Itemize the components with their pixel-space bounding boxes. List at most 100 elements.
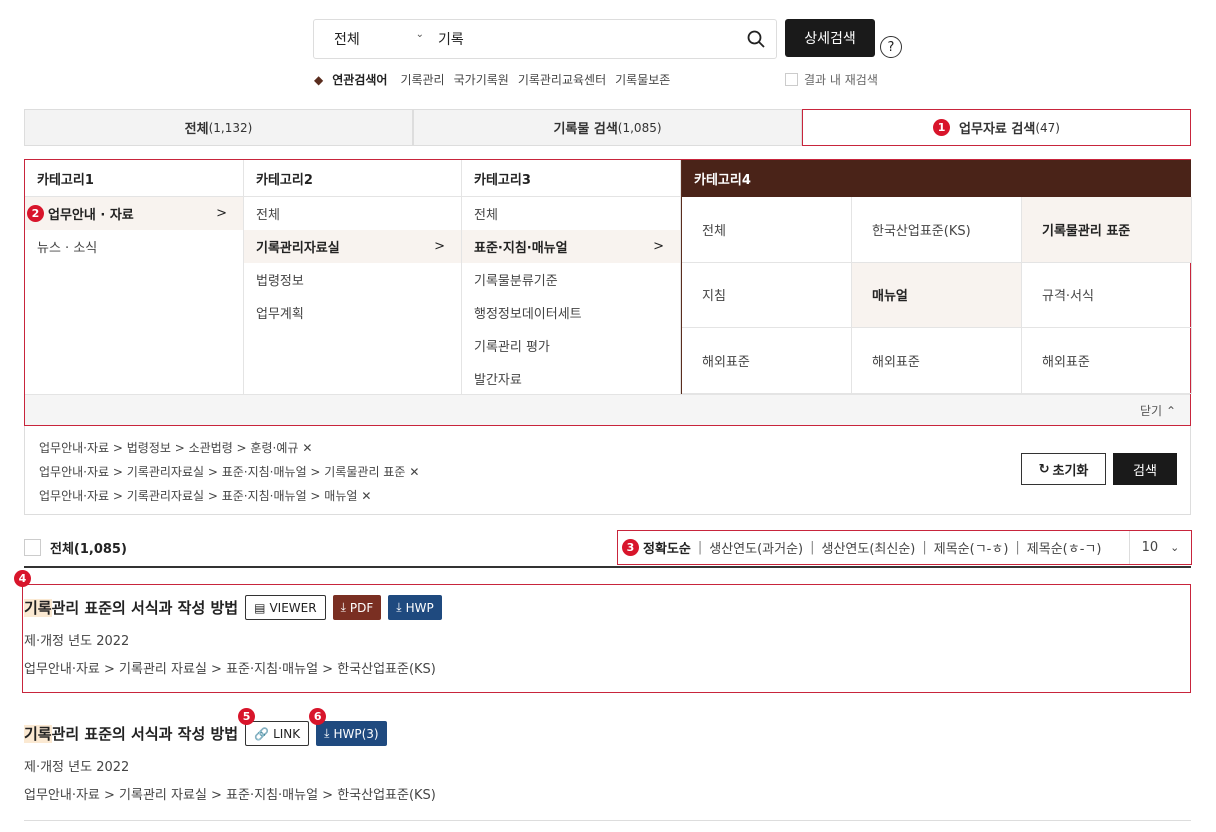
chevron-right-icon: > — [653, 239, 664, 254]
sort-accuracy[interactable]: 정확도순 — [643, 538, 691, 557]
category-3-label: 표준·지침·매뉴얼 — [474, 241, 568, 256]
tab-work-materials[interactable]: 1 업무자료 검색 (47) — [802, 109, 1191, 146]
title-highlight: 기록 — [24, 599, 52, 617]
link-button[interactable]: 🔗 LINK — [245, 721, 310, 746]
pdf-download-button[interactable]: ⤓ PDF — [332, 595, 382, 620]
category-1-item[interactable]: 뉴스 · 소식 — [25, 230, 243, 263]
viewer-button[interactable]: ▤ VIEWER — [245, 595, 326, 620]
category-2-label: 기록관리자료실 — [256, 241, 340, 256]
hwp-download-button[interactable]: ⤓ HWP(3) — [316, 721, 387, 746]
category-footer: 닫기 ⌃ — [25, 394, 1190, 425]
hwp-label: HWP — [405, 600, 434, 615]
category-3-item[interactable]: 기록물분류기준 — [462, 263, 680, 296]
category-4-item[interactable]: 한국산업표준(KS) — [852, 197, 1022, 263]
category-1-item[interactable]: 2 업무안내 · 자료 > — [25, 197, 243, 230]
tab-records[interactable]: 기록물 검색 (1,085) — [413, 109, 802, 146]
marker-6: 6 — [309, 708, 327, 725]
results-divider — [24, 566, 1191, 568]
hwp-download-button[interactable]: ⤓ HWP — [388, 595, 442, 620]
category-3-item[interactable]: 표준·지침·매뉴얼 > — [462, 230, 680, 263]
select-all[interactable]: 전체(1,085) — [24, 538, 127, 557]
tab-count: (1,132) — [208, 120, 253, 135]
category-column-3: 카테고리3 전체 표준·지침·매뉴얼 > 기록물분류기준 행정정보데이터세트 기록… — [462, 160, 681, 394]
tag-icon: ◆ — [314, 72, 324, 87]
category-3-label: 기록관리 평가 — [474, 340, 550, 355]
sort-year-asc[interactable]: 생산연도(과거순) — [709, 538, 803, 557]
category-3-item[interactable]: 전체 — [462, 197, 680, 230]
tab-all[interactable]: 전체 (1,132) — [24, 109, 413, 146]
category-column-2: 카테고리2 전체 기록관리자료실 > 법령정보 업무계획 — [244, 160, 462, 394]
category-2-label: 전체 — [256, 208, 280, 223]
sort-title-asc[interactable]: 제목순(ㄱ-ㅎ) — [934, 538, 1009, 557]
filter-chip: 업무안내·자료 > 기록관리자료실 > 표준·지침·매뉴얼 > 매뉴얼 ✕ — [39, 487, 371, 504]
category-3-label: 전체 — [474, 208, 498, 223]
filter-path: 업무안내·자료 > 기록관리자료실 > 표준·지침·매뉴얼 > 기록물관리 표준 — [39, 465, 406, 479]
marker-4: 4 — [14, 570, 31, 587]
result-title[interactable]: 기록관리 표준의 서식과 작성 방법 ▤ VIEWER ⤓ PDF ⤓ HWP — [24, 595, 442, 620]
search-input[interactable] — [438, 24, 736, 54]
category-3-item[interactable]: 기록관리 평가 — [462, 329, 680, 362]
related-term[interactable]: 기록물보존 — [615, 71, 670, 88]
category-2-label: 업무계획 — [256, 307, 304, 322]
link-icon: 🔗 — [254, 726, 270, 741]
related-term[interactable]: 국가기록원 — [454, 71, 509, 88]
close-label: 닫기 — [1140, 403, 1163, 418]
category-2-heading: 카테고리2 — [244, 160, 461, 197]
close-button[interactable]: 닫기 ⌃ — [1140, 402, 1176, 419]
remove-filter-icon[interactable]: ✕ — [302, 441, 312, 455]
help-icon[interactable]: ? — [880, 36, 902, 58]
title-text: 관리 표준의 서식과 작성 방법 — [51, 725, 239, 743]
category-3-label: 기록물분류기준 — [474, 274, 558, 289]
category-4-item[interactable]: 전체 — [682, 197, 852, 263]
category-3-heading: 카테고리3 — [462, 160, 680, 197]
category-4-item[interactable]: 해외표준 — [1022, 328, 1192, 394]
related-term[interactable]: 기록관리 — [400, 71, 444, 88]
category-2-item[interactable]: 업무계획 — [244, 296, 461, 329]
category-2-item[interactable]: 법령정보 — [244, 263, 461, 296]
search-icon[interactable] — [736, 30, 776, 48]
category-1-label: 뉴스 · 소식 — [37, 241, 98, 256]
tab-label: 업무자료 검색 — [959, 122, 1036, 137]
select-all-checkbox[interactable] — [24, 539, 41, 556]
category-4-item[interactable]: 규격·서식 — [1022, 262, 1192, 329]
document-icon: ▤ — [254, 600, 266, 615]
category-3-label: 발간자료 — [474, 373, 522, 388]
sort-year-desc[interactable]: 생산연도(최신순) — [822, 538, 916, 557]
sort-title-desc[interactable]: 제목순(ㅎ-ㄱ) — [1027, 538, 1102, 557]
tab-label: 전체 — [184, 122, 209, 137]
category-1-label: 업무안내 · 자료 — [48, 208, 134, 223]
category-4-item[interactable]: 기록물관리 표준 — [1022, 197, 1192, 263]
filter-path: 업무안내·자료 > 법령정보 > 소관법령 > 훈령·예규 — [39, 441, 299, 455]
tab-count: (1,085) — [617, 120, 662, 135]
reset-button[interactable]: ↻ 초기화 — [1021, 453, 1106, 485]
result-meta: 제·개정 년도 2022 — [24, 634, 130, 649]
sort-options: 3 정확도순 | 생산연도(과거순) | 생산연도(최신순) | 제목순(ㄱ-ㅎ… — [617, 530, 1192, 565]
select-all-label: 전체(1,085) — [50, 542, 127, 557]
search-within[interactable]: 결과 내 재검색 — [785, 71, 878, 88]
search-within-checkbox[interactable] — [785, 73, 798, 86]
category-4-item[interactable]: 지침 — [682, 262, 852, 329]
category-4-item[interactable]: 해외표준 — [682, 328, 852, 394]
link-wrap: 5 🔗 LINK — [238, 708, 310, 746]
related-term[interactable]: 기록관리교육센터 — [518, 71, 606, 88]
category-3-item[interactable]: 발간자료 — [462, 362, 680, 395]
result-title[interactable]: 기록관리 표준의 서식과 작성 방법 5 🔗 LINK 6 ⤓ HWP(3) — [24, 708, 436, 746]
category-3-item[interactable]: 행정정보데이터세트 — [462, 296, 680, 329]
reset-label: 초기화 — [1052, 463, 1089, 479]
result-meta: 제·개정 년도 2022 — [24, 760, 130, 775]
marker-1: 1 — [933, 119, 951, 136]
filter-search-button[interactable]: 검색 — [1113, 453, 1177, 485]
remove-filter-icon[interactable]: ✕ — [409, 465, 419, 479]
detail-search-button[interactable]: 상세검색 — [785, 19, 875, 57]
filter-path: 업무안내·자료 > 기록관리자료실 > 표준·지침·매뉴얼 > 매뉴얼 — [39, 489, 358, 503]
search-within-label: 결과 내 재검색 — [804, 73, 878, 87]
refresh-icon: ↻ — [1038, 461, 1050, 477]
category-2-item[interactable]: 기록관리자료실 > — [244, 230, 461, 263]
remove-filter-icon[interactable]: ✕ — [361, 489, 371, 503]
page-size-select[interactable]: 10 ⌄ — [1129, 531, 1191, 564]
scope-select[interactable]: 전체 ⌄ — [314, 29, 438, 49]
category-4-item[interactable]: 매뉴얼 — [852, 262, 1022, 329]
category-4-item[interactable]: 해외표준 — [852, 328, 1022, 394]
category-2-item[interactable]: 전체 — [244, 197, 461, 230]
sort-separator: | — [922, 540, 927, 555]
